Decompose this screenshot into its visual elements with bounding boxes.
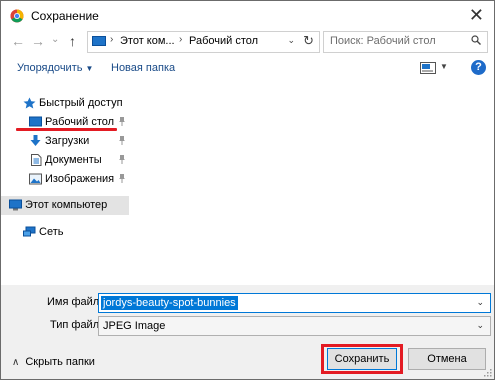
sidebar-item-documents[interactable]: Документы	[1, 151, 129, 170]
sidebar-label: Сеть	[39, 226, 64, 238]
organize-menu[interactable]: Упорядочить ▼	[17, 62, 93, 74]
chevron-down-icon[interactable]: ⌄	[476, 297, 484, 308]
save-dialog: Сохранение ✕ ← → ⌄ ↑ › Этот ком... › Раб…	[0, 0, 495, 380]
sidebar-item-quick-access[interactable]: Быстрый доступ	[1, 94, 129, 113]
refresh-icon[interactable]: ↻	[303, 33, 314, 49]
command-bar: Упорядочить ▼ Новая папка ▼ ?	[1, 59, 494, 81]
sidebar-label: Изображения	[45, 173, 115, 185]
address-bar[interactable]: › Этот ком... › Рабочий стол ⌄ ↻	[87, 31, 320, 53]
save-button-highlight: Сохранить	[321, 344, 403, 374]
filetype-value: JPEG Image	[103, 320, 166, 332]
network-icon	[23, 226, 36, 237]
pictures-icon	[29, 173, 42, 185]
sidebar-label: Загрузки	[45, 135, 90, 147]
star-icon	[23, 97, 36, 109]
view-options-icon[interactable]	[420, 62, 436, 74]
cancel-button[interactable]: Отмена	[408, 348, 486, 370]
back-arrow-icon[interactable]: ←	[11, 32, 25, 50]
this-pc-icon	[9, 199, 22, 211]
forward-arrow-icon[interactable]: →	[31, 32, 45, 50]
title-bar: Сохранение ✕	[1, 1, 494, 31]
help-icon[interactable]: ?	[471, 60, 486, 75]
search-input[interactable]: Поиск: Рабочий стол	[330, 35, 436, 47]
breadcrumb-separator-icon[interactable]: ›	[110, 34, 113, 45]
filename-value[interactable]: jordys-beauty-spot-bunnies	[101, 296, 238, 310]
sidebar-label: Рабочий стол	[45, 116, 115, 128]
breadcrumb-desktop[interactable]: Рабочий стол	[189, 35, 258, 47]
close-icon[interactable]: ✕	[469, 5, 484, 25]
navigation-bar: ← → ⌄ ↑ › Этот ком... › Рабочий стол ⌄ ↻…	[1, 31, 494, 53]
save-options-panel: Имя файла: jordys-beauty-spot-bunnies ⌄ …	[1, 285, 494, 379]
chevron-down-icon: ▼	[85, 64, 94, 73]
window-title: Сохранение	[31, 9, 99, 23]
pin-icon[interactable]	[117, 117, 126, 127]
filetype-select[interactable]: JPEG Image ⌄	[98, 316, 491, 336]
highlight-underline	[16, 128, 117, 131]
breadcrumb-separator-icon[interactable]: ›	[179, 34, 182, 45]
pin-icon[interactable]	[117, 174, 126, 184]
search-icon	[471, 35, 481, 45]
chevron-down-icon[interactable]: ⌄	[476, 320, 484, 331]
recent-locations-icon[interactable]: ⌄	[51, 31, 59, 49]
sidebar-label: Быстрый доступ	[39, 97, 123, 109]
filename-field[interactable]: jordys-beauty-spot-bunnies ⌄	[98, 293, 491, 313]
chevron-up-icon: ∧	[12, 357, 20, 368]
navigation-pane: Быстрый доступ Рабочий стол Загрузки Док…	[1, 89, 129, 274]
documents-icon	[31, 154, 42, 166]
sidebar-item-downloads[interactable]: Загрузки	[1, 132, 129, 151]
breadcrumb-this-pc[interactable]: Этот ком...	[120, 35, 175, 47]
sidebar-item-pictures[interactable]: Изображения	[1, 170, 129, 189]
hide-folders-label: Скрыть папки	[25, 356, 95, 368]
organize-label: Упорядочить	[17, 62, 83, 74]
sidebar-item-this-pc[interactable]: Этот компьютер	[1, 196, 129, 215]
search-box[interactable]: Поиск: Рабочий стол	[323, 31, 488, 53]
new-folder-button[interactable]: Новая папка	[111, 62, 175, 74]
chrome-icon	[10, 9, 24, 23]
file-list[interactable]	[130, 89, 494, 279]
sidebar-label: Этот компьютер	[25, 199, 108, 211]
resize-grip-icon[interactable]	[484, 369, 492, 377]
sidebar-label: Документы	[45, 154, 102, 166]
address-dropdown-icon[interactable]: ⌄	[287, 35, 295, 46]
up-arrow-icon[interactable]: ↑	[69, 32, 76, 50]
save-button[interactable]: Сохранить	[327, 348, 397, 370]
pin-icon[interactable]	[117, 155, 126, 165]
this-pc-icon	[92, 36, 106, 46]
sidebar-item-network[interactable]: Сеть	[1, 223, 129, 242]
hide-folders-button[interactable]: ∧ Скрыть папки	[12, 356, 95, 368]
downloads-icon	[30, 135, 41, 146]
pin-icon[interactable]	[117, 136, 126, 146]
view-dropdown-icon[interactable]: ▼	[440, 62, 448, 71]
desktop-icon	[29, 116, 42, 127]
